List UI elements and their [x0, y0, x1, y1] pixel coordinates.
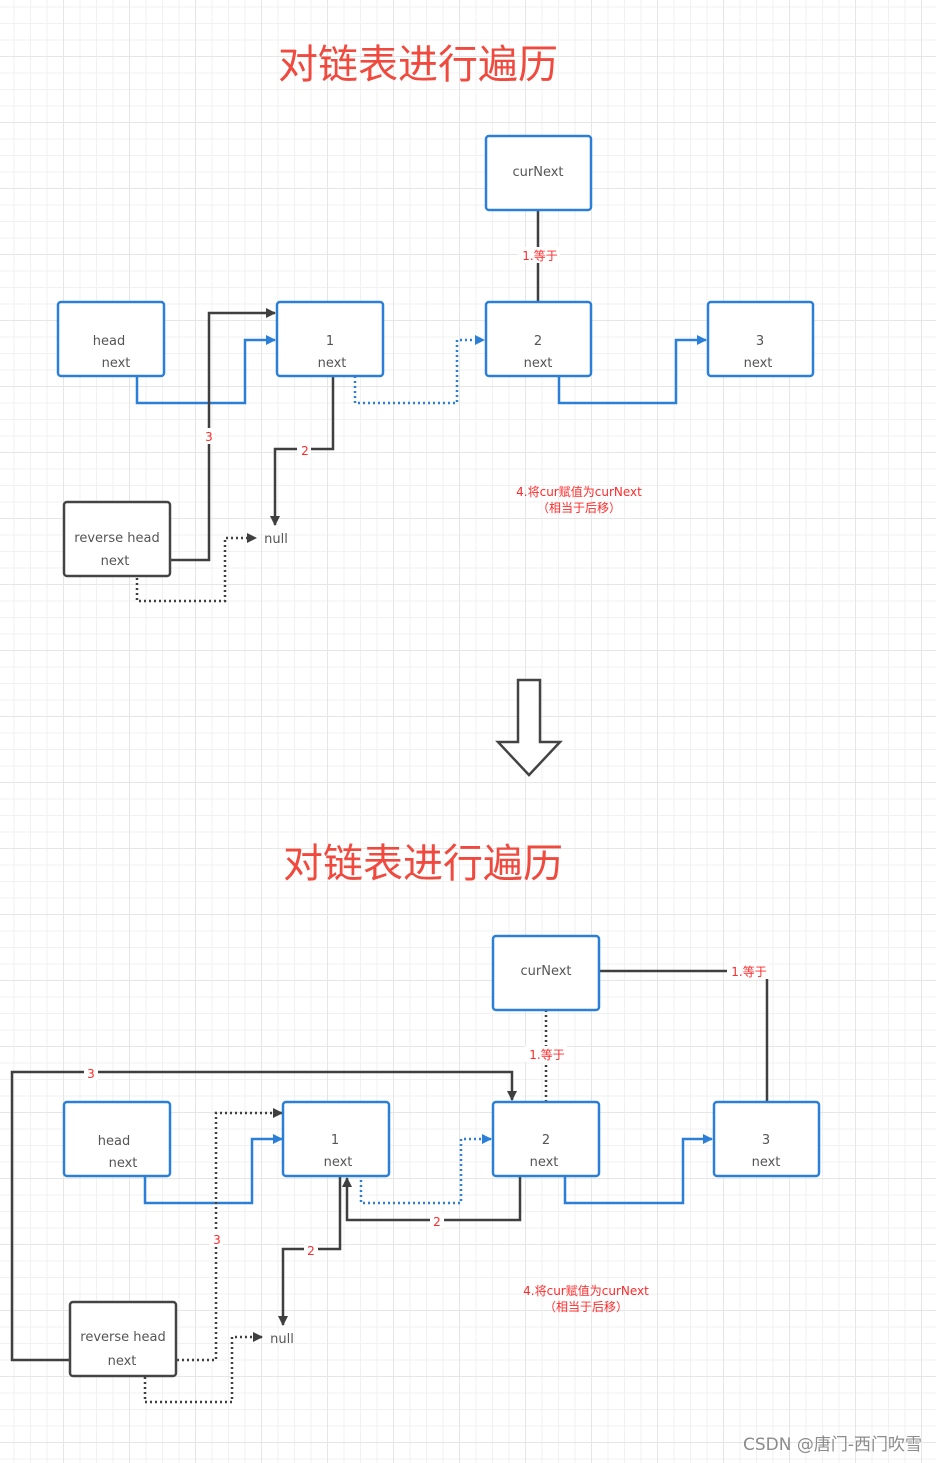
node-next-label: next [524, 356, 553, 371]
node-curnext: curNext [491, 934, 601, 1012]
node-label: 2 [534, 334, 542, 349]
node-3: 3 next [706, 300, 815, 378]
node-label: head [93, 334, 125, 349]
edge-label-step-3-outer: 3 [87, 1067, 95, 1081]
edge-label-equals-node2: 1.等于 [529, 1048, 564, 1062]
down-arrow-icon [495, 678, 563, 777]
node-next-label: next [109, 1156, 138, 1171]
node-reverse-head: reverse head next [62, 500, 172, 578]
diagram-title: 对链表进行遍历 [283, 841, 563, 887]
node-label: head [98, 1134, 130, 1149]
node-next-label: next [744, 356, 773, 371]
edge-label-step-2-node1-to-null: 2 [307, 1244, 315, 1258]
node-label: 1 [331, 1133, 339, 1148]
watermark: CSDN @唐门-西门吹雪 [742, 1435, 922, 1455]
node-label: curNext [520, 964, 571, 979]
null-label: null [264, 532, 288, 547]
node-3: 3 next [712, 1100, 821, 1178]
node-head: head next [62, 1100, 172, 1178]
node-next-label: next [102, 356, 131, 371]
diagram-top: 对链表进行遍历 1.等于 2 3 curNext head next 1 nex… [56, 42, 815, 603]
edge-label-equals-node3: 1.等于 [731, 965, 766, 979]
node-next-label: next [530, 1155, 559, 1170]
node-next-label: next [318, 356, 347, 371]
edge-label-step-2: 2 [301, 444, 309, 458]
node-1: 1 next [281, 1100, 391, 1178]
edge-node2-to-node1 [342, 1175, 522, 1222]
node-next-label: next [324, 1155, 353, 1170]
edge-label-step-2-node2-to-node1: 2 [433, 1215, 441, 1229]
null-label: null [270, 1332, 294, 1347]
diagram-canvas: 对链表进行遍历 1.等于 2 3 curNext head next 1 nex… [10, 42, 821, 1404]
edge-curnext-equals-node3 [599, 969, 769, 1102]
edge-label-step-3-dotted: 3 [213, 1233, 221, 1247]
node-head: head next [56, 300, 166, 378]
edge-label-step-3: 3 [205, 430, 213, 444]
node-curnext: curNext [484, 134, 593, 212]
node-label: 3 [756, 334, 764, 349]
node-label: 2 [542, 1133, 550, 1148]
node-label: reverse head [74, 531, 159, 546]
note-line-1: 4.将cur赋值为curNext [523, 1283, 649, 1298]
note-line-1: 4.将cur赋值为curNext [516, 484, 642, 499]
node-2: 2 next [484, 300, 593, 378]
node-reverse-head: reverse head next [68, 1300, 178, 1378]
node-next-label: next [752, 1155, 781, 1170]
note-line-2: （相当于后移） [544, 1300, 628, 1314]
node-next-label: next [101, 554, 130, 569]
node-label: reverse head [80, 1330, 165, 1345]
diagram-title: 对链表进行遍历 [278, 42, 558, 88]
note-line-2: （相当于后移） [537, 501, 621, 515]
node-1: 1 next [275, 300, 385, 378]
node-next-label: next [108, 1354, 137, 1369]
node-2: 2 next [491, 1100, 601, 1178]
node-label: 3 [762, 1133, 770, 1148]
node-label: curNext [512, 165, 563, 180]
edge-label-equals: 1.等于 [522, 249, 557, 263]
node-label: 1 [326, 334, 334, 349]
diagram-bottom: 对链表进行遍历 1.等于 1.等于 3 3 2 2 curNext head n… [10, 841, 821, 1404]
